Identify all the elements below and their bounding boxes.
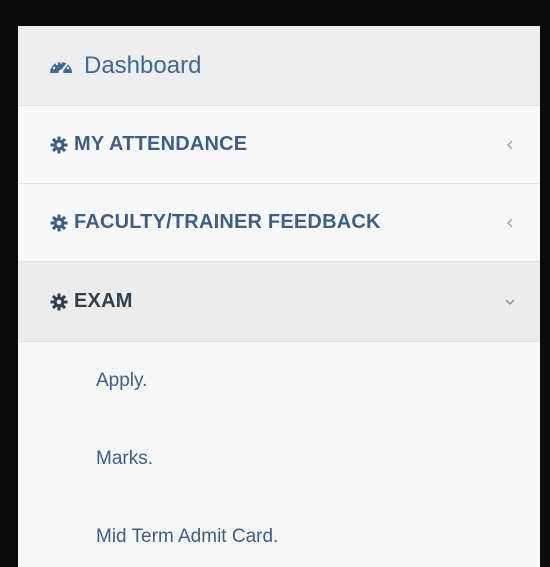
submenu-item-marks[interactable]: Marks. [18, 420, 540, 498]
gear-icon [50, 292, 68, 311]
exam-submenu: Apply. Marks. Mid Term Admit Card. [18, 342, 540, 567]
gear-icon [50, 135, 68, 154]
submenu-item-mid-term-admit-card[interactable]: Mid Term Admit Card. [18, 498, 540, 567]
chevron-down-icon [505, 298, 515, 305]
chevron-left-icon [506, 139, 513, 150]
submenu-item-apply[interactable]: Apply. [18, 342, 540, 420]
sidebar-item-exam[interactable]: EXAM [18, 262, 540, 342]
submenu-item-label: Marks. [96, 448, 153, 469]
sidebar-item-dashboard[interactable]: Dashboard [18, 26, 540, 106]
sidebar-item-label: Dashboard [84, 51, 202, 79]
sidebar-item-faculty-trainer-feedback[interactable]: FACULTY/TRAINER FEEDBACK [18, 184, 540, 262]
sidebar-menu: Dashboard MY ATTENDANCE FACULTY/TRAINER … [18, 26, 540, 567]
submenu-item-label: Apply. [96, 370, 148, 391]
submenu-item-label: Mid Term Admit Card. [96, 526, 279, 547]
sidebar-item-my-attendance[interactable]: MY ATTENDANCE [18, 106, 540, 184]
dashboard-gauge-icon [50, 60, 72, 74]
sidebar-item-label: MY ATTENDANCE [74, 133, 248, 155]
sidebar-item-label: FACULTY/TRAINER FEEDBACK [74, 211, 381, 233]
sidebar-item-label: EXAM [74, 290, 133, 312]
gear-icon [50, 213, 68, 232]
chevron-left-icon [506, 217, 513, 228]
